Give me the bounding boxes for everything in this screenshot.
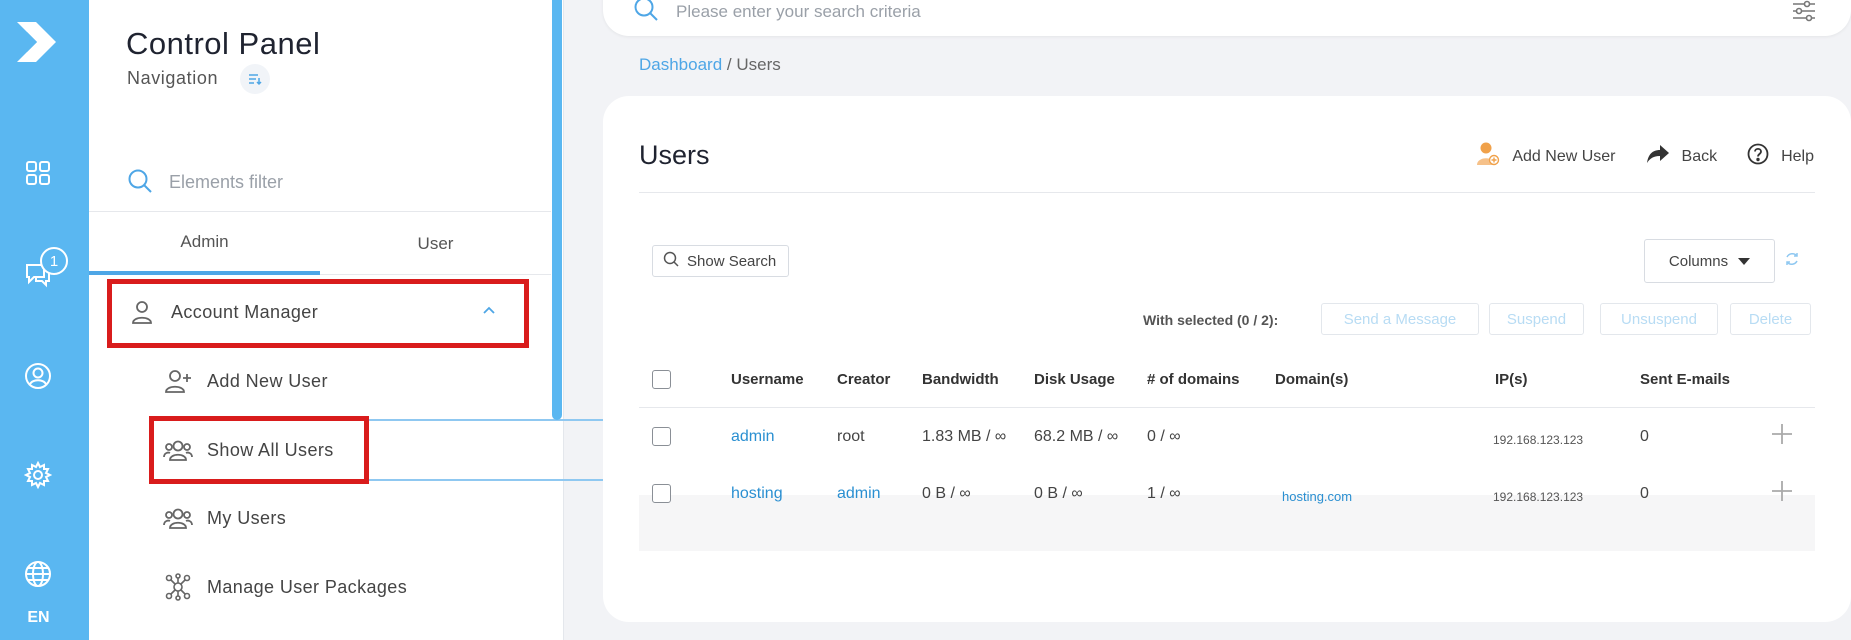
caret-down-icon — [1738, 253, 1751, 270]
sidebar-title: Control Panel — [126, 26, 321, 61]
sidebar: Control Panel Navigation Admin User Acco… — [89, 0, 626, 640]
search-icon — [127, 168, 153, 199]
sidebar-item-label: My Users — [207, 507, 287, 528]
with-selected-label: With selected (0 / 2): — [1143, 312, 1279, 328]
sidebar-item-my-users[interactable]: My Users — [163, 503, 286, 533]
packages-network-icon — [163, 572, 193, 602]
domain-count-cell: 0 / ∞ — [1147, 428, 1181, 445]
user-icon — [127, 297, 157, 327]
help-icon — [1747, 143, 1769, 170]
send-message-button[interactable]: Send a Message — [1321, 303, 1479, 335]
messages-badge: 1 — [40, 247, 68, 275]
username-link[interactable]: hosting — [731, 485, 783, 503]
columns-label: Columns — [1668, 252, 1729, 270]
sidebar-item-manage-user-packages[interactable]: Manage User Packages — [163, 572, 407, 602]
sidebar-subtitle: Navigation — [127, 68, 219, 88]
column-header-sent-emails[interactable]: Sent E-mails — [1640, 371, 1730, 388]
column-header-domain-count[interactable]: # of domains — [1147, 371, 1240, 388]
bandwidth-cell: 0 B / ∞ — [922, 485, 971, 502]
tab-user[interactable]: User — [320, 213, 551, 275]
left-rail: 1 EN — [0, 0, 89, 640]
sent-emails-cell: 0 — [1640, 485, 1649, 502]
sidebar-section-label: Account Manager — [171, 301, 319, 322]
search-icon — [663, 251, 679, 271]
column-header-bandwidth[interactable]: Bandwidth — [922, 371, 999, 388]
show-search-label: Show Search — [687, 252, 777, 270]
row-checkbox[interactable] — [652, 427, 671, 446]
globe-icon[interactable] — [22, 558, 54, 590]
add-user-icon — [163, 366, 193, 396]
header-divider — [639, 407, 1815, 408]
username-link[interactable]: admin — [731, 428, 775, 446]
creator-link[interactable]: admin — [837, 485, 881, 503]
help-label: Help — [1781, 147, 1814, 165]
chevron-up-icon[interactable] — [481, 302, 497, 323]
search-icon — [633, 0, 659, 27]
global-search-input[interactable] — [676, 0, 1376, 24]
column-header-creator[interactable]: Creator — [837, 371, 890, 388]
unsuspend-button[interactable]: Unsuspend — [1600, 303, 1718, 335]
sort-list-icon[interactable] — [240, 64, 270, 94]
card-actions: Add New User Back Help — [1476, 141, 1814, 172]
disk-usage-cell: 0 B / ∞ — [1034, 485, 1083, 502]
breadcrumb-current: Users — [736, 55, 781, 74]
domain-link[interactable]: hosting.com — [1282, 489, 1352, 504]
elements-filter — [89, 152, 551, 212]
expand-row-plus-icon[interactable] — [1771, 480, 1793, 502]
domain-count-cell: 1 / ∞ — [1147, 485, 1181, 502]
sidebar-section-account-manager[interactable]: Account Manager — [127, 297, 527, 327]
settings-gear-icon[interactable] — [22, 459, 54, 491]
sidebar-item-label: Add New User — [207, 370, 328, 391]
profile-icon[interactable] — [22, 360, 54, 392]
expand-row-plus-icon[interactable] — [1771, 423, 1793, 445]
title-divider — [639, 192, 1815, 193]
column-header-domains[interactable]: Domain(s) — [1275, 371, 1348, 388]
delete-button[interactable]: Delete — [1730, 303, 1811, 335]
sidebar-item-label: Manage User Packages — [207, 576, 408, 597]
table-row-hosting-bg — [639, 495, 1815, 551]
filter-sliders-icon[interactable] — [1791, 0, 1817, 27]
users-card: Users Add New User Back Help Show Search — [603, 96, 1851, 622]
help-button[interactable]: Help — [1747, 143, 1814, 170]
creator-cell: root — [837, 428, 865, 445]
page-title: Users — [639, 140, 710, 170]
sidebar-scrollbar[interactable] — [552, 0, 562, 420]
sent-emails-cell: 0 — [1640, 428, 1649, 445]
select-all-checkbox[interactable] — [652, 370, 671, 389]
ip-cell: 192.168.123.123 — [1493, 433, 1584, 447]
column-header-disk-usage[interactable]: Disk Usage — [1034, 371, 1115, 388]
breadcrumb-dashboard-link[interactable]: Dashboard — [639, 55, 722, 74]
show-search-button[interactable]: Show Search — [652, 245, 790, 277]
users-group-icon — [163, 435, 193, 465]
disk-usage-cell: 68.2 MB / ∞ — [1034, 428, 1119, 445]
breadcrumb-separator: / — [726, 55, 732, 74]
sidebar-tabs: Admin User — [89, 213, 551, 275]
global-search-bar — [603, 0, 1851, 36]
column-header-username[interactable]: Username — [731, 371, 804, 388]
share-arrow-icon — [1646, 144, 1670, 169]
dashboard-grid-icon[interactable] — [22, 157, 54, 189]
add-user-icon — [1476, 141, 1500, 172]
sidebar-item-add-new-user[interactable]: Add New User — [163, 366, 328, 396]
sidebar-item-label: Show All Users — [207, 439, 334, 460]
language-selector[interactable]: EN — [0, 609, 77, 627]
sidebar-item-show-all-users[interactable]: Show All Users — [163, 435, 334, 465]
elements-filter-input[interactable] — [169, 166, 489, 198]
breadcrumb: Dashboard / Users — [639, 55, 781, 75]
tab-admin[interactable]: Admin — [89, 213, 320, 275]
add-new-user-label: Add New User — [1512, 147, 1616, 165]
ip-cell: 192.168.123.123 — [1493, 490, 1584, 504]
back-label: Back — [1681, 147, 1718, 165]
refresh-icon[interactable] — [1784, 251, 1800, 272]
row-checkbox[interactable] — [652, 484, 671, 503]
back-button[interactable]: Back — [1646, 144, 1718, 169]
users-group-icon — [163, 503, 193, 533]
bandwidth-cell: 1.83 MB / ∞ — [922, 428, 1007, 445]
add-new-user-button[interactable]: Add New User — [1476, 141, 1616, 172]
columns-dropdown[interactable]: Columns — [1644, 239, 1775, 283]
suspend-button[interactable]: Suspend — [1489, 303, 1584, 335]
logo-icon[interactable] — [14, 18, 60, 68]
column-header-ips[interactable]: IP(s) — [1495, 371, 1528, 388]
